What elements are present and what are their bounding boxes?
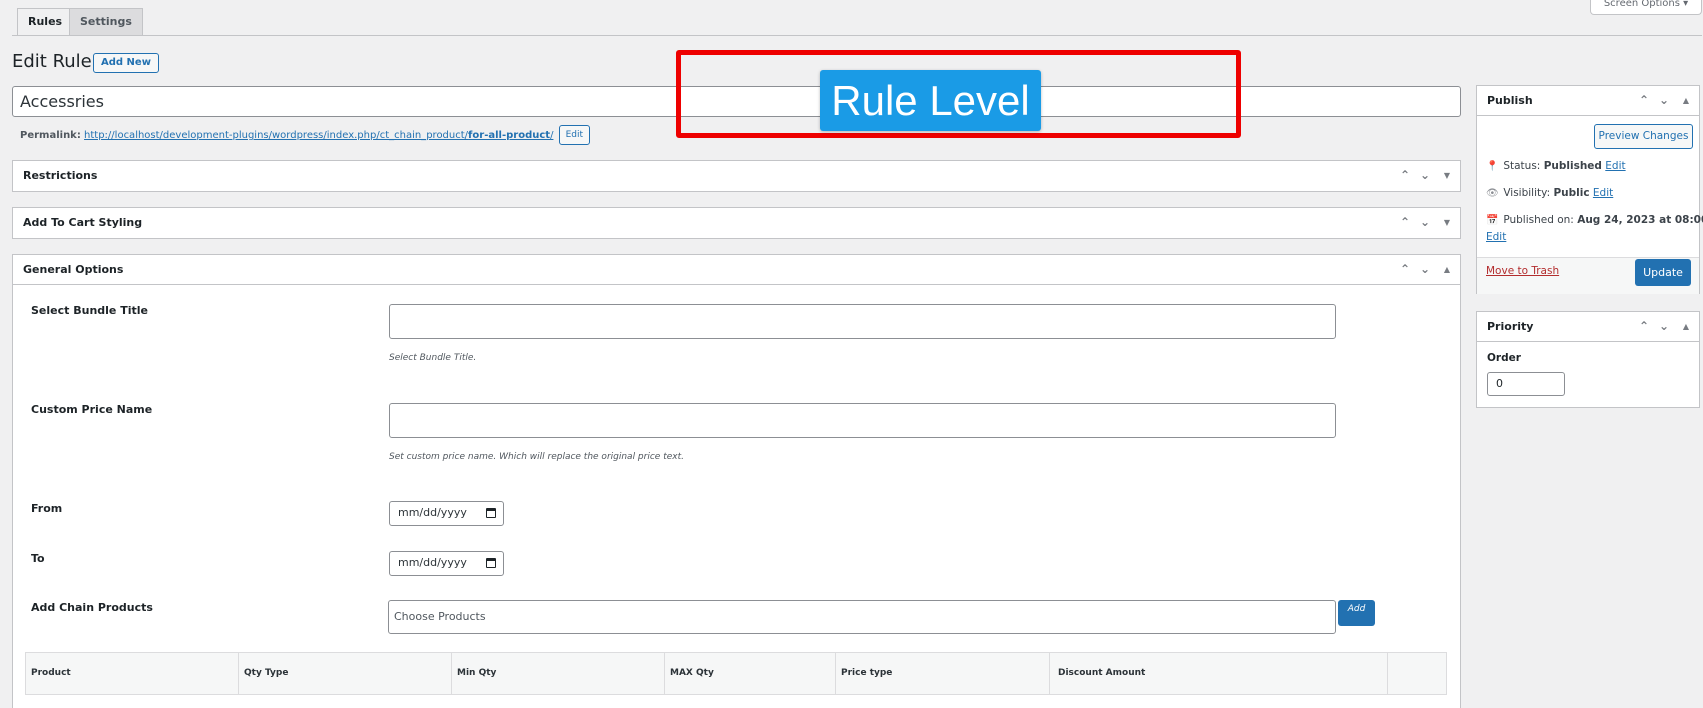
eye-icon: 👁 bbox=[1486, 188, 1499, 199]
visibility-row: 👁 Visibility: Public Edit bbox=[1486, 187, 1613, 199]
column-header: Discount Amount bbox=[1050, 653, 1388, 694]
order-label: Order bbox=[1487, 352, 1521, 364]
from-label: From bbox=[31, 502, 63, 515]
status-edit-link[interactable]: Edit bbox=[1605, 160, 1625, 172]
custom-price-input[interactable] bbox=[389, 403, 1336, 438]
order-input[interactable]: 0 bbox=[1487, 372, 1565, 396]
restrictions-title: Restrictions bbox=[23, 169, 98, 182]
choose-products-input[interactable]: Choose Products bbox=[388, 600, 1336, 634]
restrictions-header[interactable]: Restrictions ⌃ ⌄ ▼ bbox=[13, 161, 1460, 191]
move-up-icon[interactable]: ⌃ bbox=[1400, 262, 1410, 276]
permalink-edit-button[interactable]: Edit bbox=[558, 125, 591, 145]
priority-header[interactable]: Priority ⌃ ⌄ ▲ bbox=[1477, 312, 1699, 342]
custom-price-help: Set custom price name. Which will replac… bbox=[389, 452, 684, 462]
column-header: Min Qty bbox=[452, 653, 665, 694]
general-options-header[interactable]: General Options ⌃ ⌄ ▲ bbox=[13, 255, 1460, 285]
add-to-cart-styling-title: Add To Cart Styling bbox=[23, 216, 143, 229]
bundle-title-input[interactable] bbox=[389, 304, 1336, 339]
from-date-value: mm/dd/yyyy bbox=[398, 506, 467, 519]
permalink-label: Permalink: bbox=[20, 130, 81, 141]
preview-changes-button[interactable]: Preview Changes bbox=[1594, 124, 1693, 149]
update-button[interactable]: Update bbox=[1635, 259, 1691, 286]
column-header: Product bbox=[26, 653, 239, 694]
status-label: Status: bbox=[1503, 160, 1541, 172]
tab-divider bbox=[12, 35, 1702, 36]
calendar-icon[interactable] bbox=[486, 508, 496, 518]
annotation-label: Rule Level bbox=[820, 70, 1041, 131]
to-label: To bbox=[31, 552, 45, 565]
from-date-input[interactable]: mm/dd/yyyy bbox=[389, 501, 504, 526]
column-header: Price type bbox=[836, 653, 1050, 694]
page-title: Edit Rule bbox=[12, 51, 92, 72]
pin-icon: 📍 bbox=[1486, 161, 1499, 172]
bundle-title-help: Select Bundle Title. bbox=[389, 353, 477, 363]
add-product-button[interactable]: Add bbox=[1338, 600, 1375, 626]
column-header bbox=[1388, 653, 1446, 694]
add-to-cart-styling-panel: Add To Cart Styling ⌃ ⌄ ▼ bbox=[12, 207, 1461, 239]
permalink-base: http://localhost/development-plugins/wor… bbox=[84, 130, 469, 141]
move-down-icon[interactable]: ⌄ bbox=[1420, 215, 1430, 229]
general-options-title: General Options bbox=[23, 263, 124, 276]
toggle-panel-icon[interactable]: ▼ bbox=[1444, 171, 1450, 180]
priority-title: Priority bbox=[1487, 320, 1534, 333]
bundle-title-label: Select Bundle Title bbox=[31, 304, 148, 317]
calendar-icon: 📅 bbox=[1486, 215, 1499, 226]
permalink-suffix: / bbox=[550, 130, 554, 141]
permalink-row: Permalink: http://localhost/development-… bbox=[20, 125, 591, 145]
published-label: Published on: bbox=[1503, 214, 1574, 226]
permalink-slug: for-all-product bbox=[468, 130, 551, 141]
chain-products-label: Add Chain Products bbox=[31, 601, 153, 614]
column-header: MAX Qty bbox=[665, 653, 836, 694]
status-row: 📍 Status: Published Edit bbox=[1486, 160, 1626, 172]
move-up-icon[interactable]: ⌃ bbox=[1639, 93, 1649, 107]
status-value: Published bbox=[1543, 160, 1602, 172]
custom-price-label: Custom Price Name bbox=[31, 403, 153, 416]
toggle-panel-icon[interactable]: ▼ bbox=[1444, 218, 1450, 227]
move-up-icon[interactable]: ⌃ bbox=[1400, 168, 1410, 182]
screen-options-button[interactable]: Screen Options ▾ bbox=[1590, 0, 1702, 15]
tab-settings[interactable]: Settings bbox=[69, 8, 143, 35]
permalink-link[interactable]: http://localhost/development-plugins/wor… bbox=[84, 130, 553, 141]
move-down-icon[interactable]: ⌄ bbox=[1659, 319, 1669, 333]
column-header: Qty Type bbox=[239, 653, 452, 694]
visibility-label: Visibility: bbox=[1503, 187, 1551, 199]
move-up-icon[interactable]: ⌃ bbox=[1639, 319, 1649, 333]
add-to-cart-styling-header[interactable]: Add To Cart Styling ⌃ ⌄ ▼ bbox=[13, 208, 1460, 238]
publish-title: Publish bbox=[1487, 94, 1533, 107]
move-down-icon[interactable]: ⌄ bbox=[1420, 168, 1430, 182]
published-on-row: 📅 Published on: Aug 24, 2023 at 08:00 bbox=[1486, 214, 1703, 226]
move-down-icon[interactable]: ⌄ bbox=[1659, 93, 1669, 107]
published-edit-link[interactable]: Edit bbox=[1486, 231, 1506, 243]
move-down-icon[interactable]: ⌄ bbox=[1420, 262, 1430, 276]
to-date-input[interactable]: mm/dd/yyyy bbox=[389, 551, 504, 576]
calendar-icon[interactable] bbox=[486, 558, 496, 568]
publish-header[interactable]: Publish ⌃ ⌄ ▲ bbox=[1477, 86, 1699, 116]
toggle-panel-icon[interactable]: ▲ bbox=[1683, 96, 1689, 105]
to-date-value: mm/dd/yyyy bbox=[398, 556, 467, 569]
toggle-panel-icon[interactable]: ▲ bbox=[1683, 322, 1689, 331]
visibility-value: Public bbox=[1553, 187, 1590, 199]
toggle-panel-icon[interactable]: ▲ bbox=[1444, 265, 1450, 274]
visibility-edit-link[interactable]: Edit bbox=[1593, 187, 1613, 199]
chain-products-table-header: Product Qty Type Min Qty MAX Qty Price t… bbox=[25, 652, 1447, 695]
move-to-trash-link[interactable]: Move to Trash bbox=[1486, 265, 1559, 277]
tab-rules[interactable]: Rules bbox=[17, 8, 74, 36]
restrictions-panel: Restrictions ⌃ ⌄ ▼ bbox=[12, 160, 1461, 192]
add-new-button[interactable]: Add New bbox=[93, 53, 159, 73]
move-up-icon[interactable]: ⌃ bbox=[1400, 215, 1410, 229]
published-value: Aug 24, 2023 at 08:00 bbox=[1577, 214, 1703, 226]
